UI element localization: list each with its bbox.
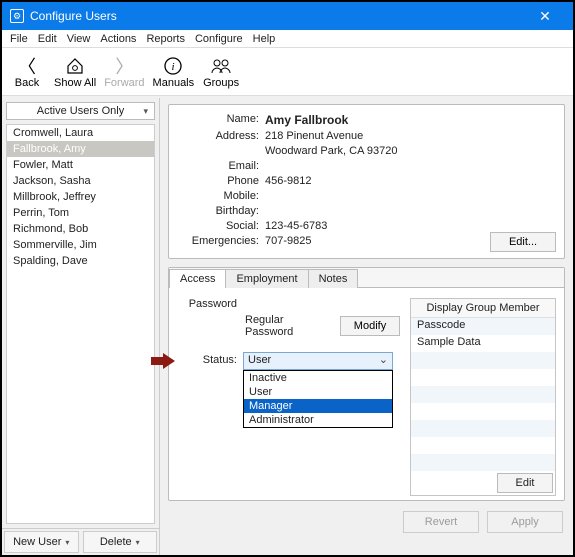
password-value: Regular Password [245,314,332,338]
user-list: Cromwell, LauraFallbrook, AmyFowler, Mat… [6,124,155,524]
status-dropdown: InactiveUserManagerAdministrator [243,370,393,428]
groups-button[interactable]: Groups [202,55,240,89]
name-value: Amy Fallbrook [265,113,554,127]
window-title: Configure Users [30,9,525,23]
main-panel: Name:Amy Fallbrook Address:218 Pinenut A… [160,98,573,555]
status-option[interactable]: Administrator [244,413,392,427]
home-gear-icon [65,55,85,77]
group-header: Display Group Member [411,299,555,318]
user-list-item[interactable]: Jackson, Sasha [7,173,154,189]
edit-details-button[interactable]: Edit... [490,232,556,252]
tab-access[interactable]: Access [169,269,226,288]
phone-label: Phone [179,175,265,187]
password-label: Password [177,298,237,310]
status-label: Status: [177,352,237,366]
menu-edit[interactable]: Edit [34,33,61,45]
status-combo[interactable]: User [243,352,393,370]
menu-file[interactable]: File [6,33,32,45]
group-list-row[interactable]: Sample Data [411,335,555,352]
delete-user-button[interactable]: Delete [83,531,158,553]
new-user-button[interactable]: New User [4,531,79,553]
group-edit-button[interactable]: Edit [497,473,553,493]
group-list-row[interactable] [411,369,555,386]
show-all-button[interactable]: Show All [54,55,96,89]
mobile-value [265,190,554,202]
social-value: 123-45-6783 [265,220,554,232]
modify-password-button[interactable]: Modify [340,316,400,336]
user-list-item[interactable]: Sommerville, Jim [7,237,154,253]
user-list-item[interactable]: Cromwell, Laura [7,125,154,141]
address-line1: 218 Pinenut Avenue [265,130,554,142]
groups-icon [210,55,232,77]
user-list-item[interactable]: Spalding, Dave [7,253,154,269]
menu-actions[interactable]: Actions [96,33,140,45]
group-list-row[interactable] [411,352,555,369]
revert-button[interactable]: Revert [403,511,479,533]
group-list-row[interactable] [411,420,555,437]
name-label: Name: [179,113,265,127]
address-line2: Woodward Park, CA 93720 [265,145,554,157]
address-label: Address: [179,130,265,142]
pointer-arrow-icon [151,353,175,369]
birthday-value [265,205,554,217]
workarea: Active Users Only Cromwell, LauraFallbro… [2,98,573,555]
display-group-box: Display Group Member PasscodeSample Data… [410,298,556,496]
back-button[interactable]: 〈 Back [8,55,46,89]
status-row: Status: User InactiveUserManagerAdminist… [177,352,400,370]
user-list-item[interactable]: Fallbrook, Amy [7,141,154,157]
group-list-row[interactable]: Passcode [411,318,555,335]
email-label: Email: [179,160,265,172]
menu-help[interactable]: Help [249,33,280,45]
email-value [265,160,554,172]
app-icon: ⚙ [10,9,24,23]
emergencies-label: Emergencies: [179,235,265,247]
menu-reports[interactable]: Reports [142,33,189,45]
svg-text:i: i [172,61,175,73]
tab-notes[interactable]: Notes [308,269,359,288]
forward-icon: 〉 [115,55,133,77]
back-icon: 〈 [18,55,36,77]
user-list-item[interactable]: Millbrook, Jeffrey [7,189,154,205]
group-list: PasscodeSample Data [411,318,555,471]
menu-configure[interactable]: Configure [191,33,247,45]
apply-button[interactable]: Apply [487,511,563,533]
group-list-row[interactable] [411,403,555,420]
details-card: Name:Amy Fallbrook Address:218 Pinenut A… [168,104,565,259]
birthday-label: Birthday: [179,205,265,217]
sidebar: Active Users Only Cromwell, LauraFallbro… [2,98,160,555]
status-option[interactable]: User [244,385,392,399]
status-option[interactable]: Manager [244,399,392,413]
user-list-item[interactable]: Richmond, Bob [7,221,154,237]
group-list-row[interactable] [411,437,555,454]
tab-access-body: Password Regular Password Modify Status: [169,288,564,500]
tabstrip: Access Employment Notes [169,268,564,288]
forward-button: 〉 Forward [104,55,144,89]
manuals-button[interactable]: i Manuals [153,55,195,89]
close-icon[interactable]: ✕ [525,8,565,25]
social-label: Social: [179,220,265,232]
phone-value: 456-9812 [265,175,554,187]
access-left-column: Password Regular Password Modify Status: [177,298,400,496]
toolbar: 〈 Back Show All 〉 Forward i Manuals Grou… [2,48,573,96]
user-filter-dropdown[interactable]: Active Users Only [6,102,155,120]
info-icon: i [163,55,183,77]
sidebar-footer: New User Delete [2,528,159,555]
app-window: ⚙ Configure Users ✕ File Edit View Actio… [0,0,575,557]
footer-buttons: Revert Apply [168,509,565,533]
tabs-card: Access Employment Notes Password Regular… [168,267,565,501]
user-list-item[interactable]: Fowler, Matt [7,157,154,173]
user-list-item[interactable]: Perrin, Tom [7,205,154,221]
status-option[interactable]: Inactive [244,371,392,385]
menubar: File Edit View Actions Reports Configure… [2,30,573,48]
group-list-row[interactable] [411,386,555,403]
menu-view[interactable]: View [63,33,95,45]
group-list-row[interactable] [411,454,555,471]
tab-employment[interactable]: Employment [225,269,308,288]
mobile-label: Mobile: [179,190,265,202]
titlebar: ⚙ Configure Users ✕ [2,2,573,30]
